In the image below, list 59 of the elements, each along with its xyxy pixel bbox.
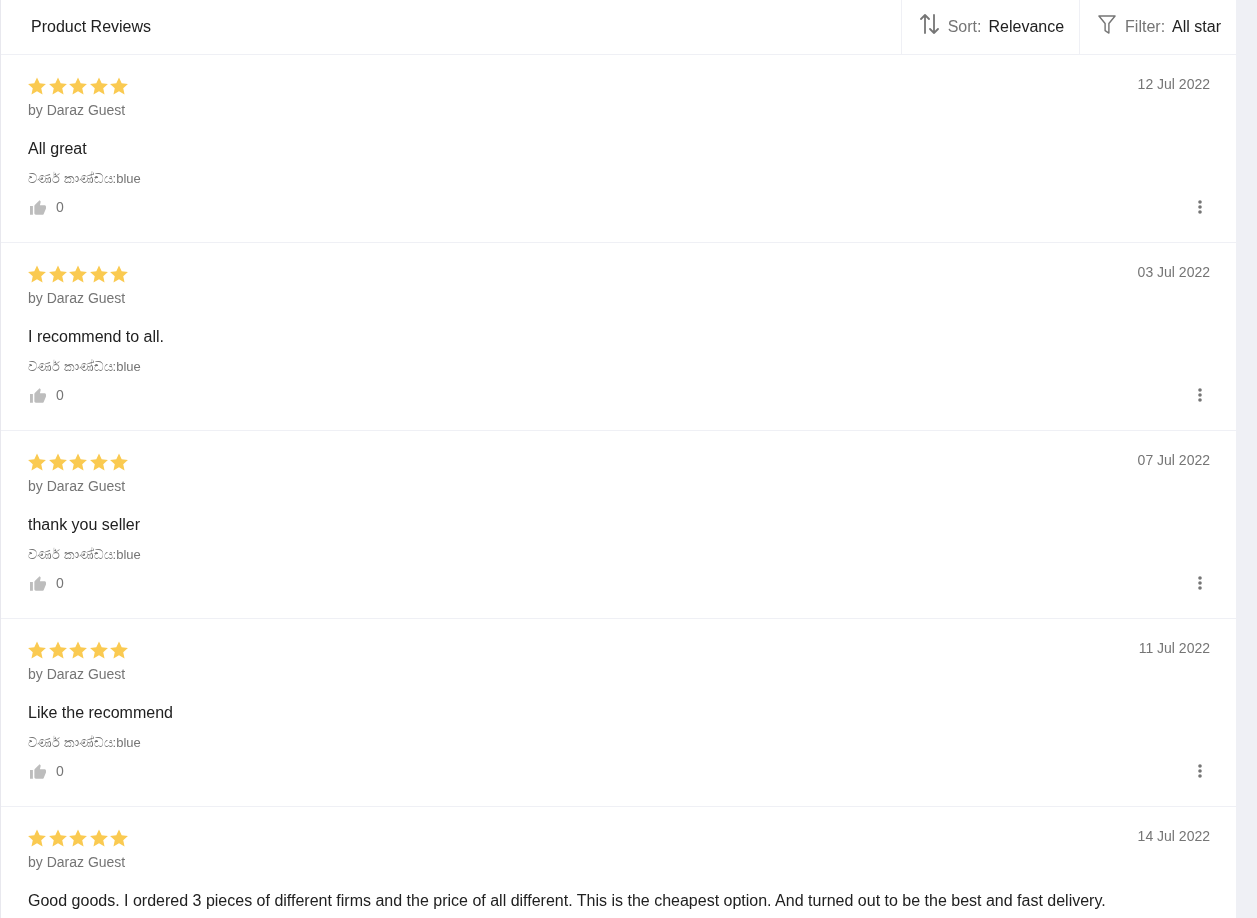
like-count: 0 — [56, 386, 64, 404]
sort-arrows-icon — [919, 14, 939, 34]
star-icon — [48, 265, 67, 283]
star-icon — [110, 453, 128, 471]
star-icon — [69, 77, 87, 95]
review-text: All great — [28, 139, 87, 159]
star-icon — [69, 265, 87, 283]
thumbs-up-icon[interactable] — [30, 763, 46, 779]
review-text: I recommend to all. — [28, 327, 165, 347]
star-icon — [28, 77, 46, 95]
reviewer-name: by Daraz Guest — [28, 101, 126, 119]
star-icon — [28, 453, 46, 471]
product-variant: වර්ණ කාණ්ඩය:blue — [28, 358, 141, 376]
thumbs-up-icon[interactable] — [30, 575, 46, 591]
star-icon — [89, 453, 108, 471]
like-count: 0 — [56, 198, 64, 216]
product-variant: වර්ණ කාණ්ඩය:blue — [28, 734, 141, 752]
star-icon — [110, 265, 128, 283]
review-date: 11 Jul 2022 — [1138, 639, 1210, 657]
review-text: Like the recommend — [28, 703, 173, 723]
more-options-icon[interactable] — [1198, 388, 1202, 402]
reviewer-name: by Daraz Guest — [28, 853, 126, 871]
star-icon — [48, 77, 67, 95]
review-text: Good goods. I ordered 3 pieces of different firms and the price of all different. This is the cheapest option. And turned out to be the best and fast delivery. — [28, 891, 1106, 911]
more-options-icon[interactable] — [1198, 576, 1202, 590]
product-variant: වර්ණ කාණ්ඩය:blue — [28, 546, 141, 564]
star-icon — [69, 641, 87, 659]
star-icon — [89, 77, 108, 95]
star-icon — [110, 829, 128, 847]
review-date: 12 Jul 2022 — [1137, 75, 1210, 93]
more-options-icon[interactable] — [1198, 764, 1202, 778]
star-icon — [48, 829, 67, 847]
star-icon — [110, 77, 128, 95]
star-icon — [69, 453, 87, 471]
star-icon — [28, 641, 46, 659]
review-date: 07 Jul 2022 — [1137, 451, 1210, 469]
review-date: 03 Jul 2022 — [1137, 263, 1210, 281]
reviewer-name: by Daraz Guest — [28, 289, 126, 307]
thumbs-up-icon[interactable] — [30, 387, 46, 403]
star-icon — [28, 265, 46, 283]
star-icon — [69, 829, 87, 847]
star-icon — [89, 641, 108, 659]
product-variant: වර්ණ කාණ්ඩය:blue — [28, 170, 141, 188]
section-title: Product Reviews — [31, 17, 152, 37]
star-icon — [28, 829, 46, 847]
star-icon — [48, 641, 67, 659]
review-date: 14 Jul 2022 — [1137, 827, 1210, 845]
star-icon — [89, 829, 108, 847]
like-count: 0 — [56, 762, 64, 780]
review-text: thank you seller — [28, 515, 141, 535]
star-icon — [48, 453, 67, 471]
reviewer-name: by Daraz Guest — [28, 477, 126, 495]
filter-funnel-icon — [1098, 14, 1117, 34]
more-options-icon[interactable] — [1198, 200, 1202, 214]
like-count: 0 — [56, 574, 64, 592]
thumbs-up-icon[interactable] — [30, 199, 46, 215]
star-icon — [89, 265, 108, 283]
reviewer-name: by Daraz Guest — [28, 665, 126, 683]
star-icon — [110, 641, 128, 659]
